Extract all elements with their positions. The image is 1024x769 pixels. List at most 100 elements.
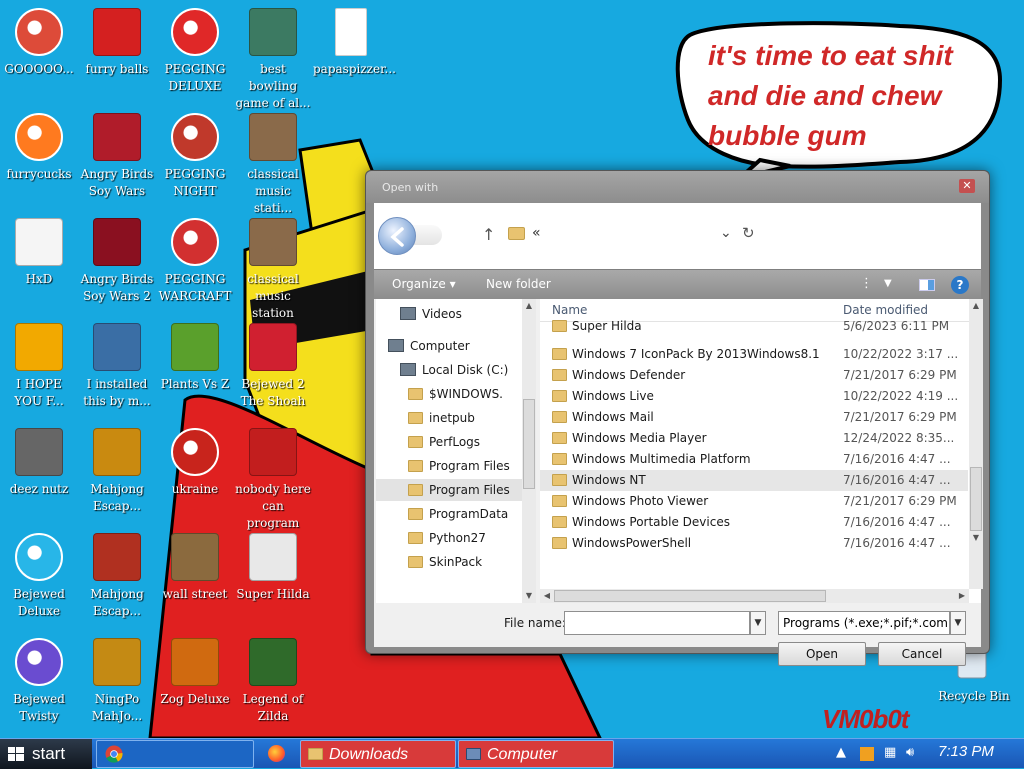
desktop-icon-dev-cpp[interactable]: nobody here can program — [234, 428, 312, 532]
desktop-icon-bejeweled-twist[interactable]: Bejewed Twisty — [0, 638, 78, 725]
folder-icon — [552, 516, 567, 528]
desktop-icon-super-hilda[interactable]: Super Hilda — [234, 533, 312, 603]
file-type-dropdown[interactable]: ▼ — [950, 611, 966, 635]
file-row[interactable]: Windows Mail 7/21/2017 6:29 PM — [540, 407, 968, 428]
back-button[interactable] — [378, 217, 416, 255]
tree-scroll-thumb[interactable] — [523, 399, 535, 489]
desktop-icon-legend-of-zilda[interactable]: Legend of Zilda — [234, 638, 312, 725]
list-scroll-thumb[interactable] — [970, 467, 982, 531]
tree-item[interactable]: Program Files — [376, 479, 524, 501]
show-hidden-icons[interactable]: ▲ — [836, 745, 846, 760]
open-button[interactable]: Open — [778, 642, 866, 666]
desktop-icon-furry-balls[interactable]: furry balls — [78, 8, 156, 78]
desktop-icon-bejeweled-2[interactable]: Bejewed 2 The Shoah — [234, 323, 312, 410]
volume-icon[interactable]: 🔊︎ — [906, 745, 914, 760]
desktop-icon-hxd[interactable]: HxD — [0, 218, 78, 288]
chrome-taskbar-button[interactable] — [96, 740, 254, 768]
new-folder-button[interactable]: New folder — [486, 277, 551, 291]
up-arrow-icon[interactable]: ↑ — [482, 225, 495, 244]
desktop-icon-pegging-deluxe[interactable]: PEGGING DELUXE — [156, 8, 234, 95]
file-row[interactable]: Windows Defender 7/21/2017 6:29 PM — [540, 365, 968, 386]
firefox-quicklaunch-icon[interactable] — [268, 745, 285, 762]
tree-item[interactable]: ProgramData — [408, 503, 508, 525]
desktop-icon-firefox[interactable]: furrycucks — [0, 113, 78, 183]
start-button[interactable]: start — [0, 739, 92, 769]
file-row[interactable]: Windows Photo Viewer 7/21/2017 6:29 PM — [540, 491, 968, 512]
file-row[interactable]: Windows Live 10/22/2022 4:19 ... — [540, 386, 968, 407]
notification-icon[interactable] — [860, 747, 874, 761]
tree-item[interactable]: Python27 — [408, 527, 486, 549]
view-dropdown-icon[interactable]: ▼ — [884, 278, 892, 289]
file-row[interactable]: Windows NT 7/16/2016 4:47 ... — [540, 470, 968, 491]
desktop-icon-pegging-night[interactable]: PEGGING NIGHT — [156, 113, 234, 200]
desktop-icon-bejeweled-deluxe[interactable]: Bejewed Deluxe — [0, 533, 78, 620]
help-button[interactable]: ? — [951, 276, 969, 294]
scroll-up-icon[interactable]: ▲ — [969, 299, 983, 313]
desktop-icon-plants-vs-zombies[interactable]: Plants Vs Z — [156, 323, 234, 393]
organize-button[interactable]: Organize ▾ — [392, 277, 456, 291]
tree-item[interactable]: inetpub — [408, 407, 475, 429]
taskbar-button-computer[interactable]: Computer — [458, 740, 614, 768]
tree-scrollbar[interactable]: ▲ ▼ — [522, 299, 536, 603]
scroll-down-icon[interactable]: ▼ — [969, 531, 983, 545]
desktop-icon-ukraine[interactable]: ukraine — [156, 428, 234, 498]
desktop-icon-label: deez nutz — [9, 482, 69, 496]
file-row[interactable]: Windows Media Player 12/24/2022 8:35... — [540, 428, 968, 449]
file-name-input[interactable] — [564, 611, 750, 635]
tree-item[interactable]: SkinPack — [408, 551, 482, 573]
file-row[interactable]: Windows Multimedia Platform 7/16/2016 4:4… — [540, 449, 968, 470]
desktop-icon-recycle-bin[interactable]: Recycle Bin — [935, 688, 1013, 705]
wall-street-icon — [171, 533, 219, 581]
desktop-icon-classical-music-station[interactable]: classical music station — [234, 218, 312, 322]
file-list-hscrollbar[interactable]: ◀ ▶ — [540, 589, 969, 603]
column-name-header[interactable]: Name — [552, 299, 587, 321]
scroll-down-icon[interactable]: ▼ — [522, 589, 536, 603]
desktop-icon-deez-nutz[interactable]: deez nutz — [0, 428, 78, 498]
folder-icon — [408, 484, 423, 496]
close-button[interactable]: ✕ — [959, 179, 975, 193]
desktop-icon-file[interactable]: papaspizzer... — [312, 8, 396, 78]
tree-item[interactable]: Videos — [400, 303, 462, 325]
tree-item[interactable]: $WINDOWS. — [408, 383, 503, 405]
breadcrumb-overflow[interactable]: « — [532, 225, 541, 241]
network-icon[interactable]: ▦ — [884, 745, 896, 760]
desktop-icon-ningpo-mahjong[interactable]: NingPo MahJo... — [78, 638, 156, 725]
desktop-icon-installer-app[interactable]: I installed this by m... — [78, 323, 156, 410]
file-name-dropdown[interactable]: ▼ — [750, 611, 766, 635]
desktop-icon-mahjong[interactable]: Mahjong Escap... — [78, 428, 156, 515]
file-row[interactable]: Windows 7 IconPack By 2013Windows8.1 10/2… — [540, 344, 968, 365]
file-row[interactable]: Windows Portable Devices 7/16/2016 4:47 .… — [540, 512, 968, 533]
column-date-header[interactable]: Date modified — [843, 299, 928, 321]
desktop-icon-de-app[interactable]: I HOPE YOU F... — [0, 323, 78, 410]
preview-pane-icon[interactable] — [919, 279, 935, 291]
tree-item[interactable]: Computer — [388, 335, 470, 357]
pegging-warcraft-icon — [171, 218, 219, 266]
address-dropdown-icon[interactable]: ⌄ — [720, 225, 732, 241]
file-type-select[interactable]: Programs (*.exe;*.pif;*.com;*.b — [778, 611, 950, 635]
cancel-button[interactable]: Cancel — [878, 642, 966, 666]
desktop-icon-angry-birds[interactable]: Angry Birds Soy Wars — [78, 113, 156, 200]
desktop-icon-wall-street[interactable]: wall street — [156, 533, 234, 603]
desktop-icon-zog-deluxe[interactable]: Zog Deluxe — [156, 638, 234, 708]
scroll-right-icon[interactable]: ▶ — [955, 589, 969, 603]
refresh-icon[interactable]: ↻ — [742, 224, 755, 242]
tree-item[interactable]: Local Disk (C:) — [400, 359, 508, 381]
desktop-icon-pegging-warcraft[interactable]: PEGGING WARCRAFT — [156, 218, 234, 305]
scroll-up-icon[interactable]: ▲ — [522, 299, 536, 313]
scroll-left-icon[interactable]: ◀ — [540, 589, 554, 603]
file-row[interactable]: WindowsPowerShell 7/16/2016 4:47 ... — [540, 533, 968, 554]
desktop-icon-classical-music[interactable]: classical music stati... — [234, 113, 312, 217]
list-hscroll-thumb[interactable] — [554, 590, 826, 602]
dialog-titlebar[interactable]: Open with ✕ — [366, 171, 989, 203]
desktop-icon-angry-birds-2[interactable]: Angry Birds Soy Wars 2 — [78, 218, 156, 305]
tree-item[interactable]: Program Files — [408, 455, 510, 477]
desktop-icon-mahjong-escape[interactable]: Mahjong Escap... — [78, 533, 156, 620]
file-row[interactable]: Super Hilda 5/6/2023 6:11 PM — [540, 320, 968, 334]
view-options-icon[interactable]: ⋮ — [860, 276, 873, 291]
file-list-scrollbar[interactable]: ▲ ▼ — [969, 299, 983, 589]
taskbar-button-downloads[interactable]: Downloads — [300, 740, 456, 768]
desktop-icon-chrome[interactable]: GOOOOO... — [0, 8, 78, 78]
taskbar-clock[interactable]: 7:13 PM — [938, 743, 994, 760]
tree-item[interactable]: PerfLogs — [408, 431, 480, 453]
desktop-icon-bowling-game[interactable]: best bowling game of al... — [234, 8, 312, 112]
